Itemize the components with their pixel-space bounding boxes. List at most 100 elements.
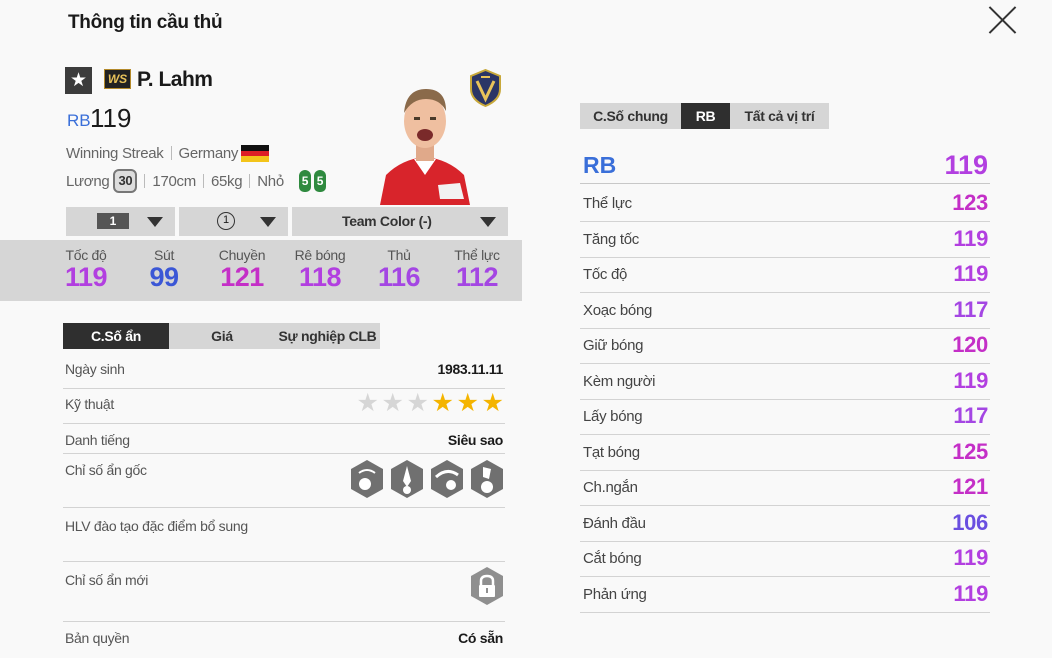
trait-icon-4[interactable] — [469, 459, 505, 499]
attribute-row: Tốc độ 119 — [580, 257, 990, 293]
attribute-row: Tăng tốc 119 — [580, 222, 990, 258]
chevron-down-icon — [260, 217, 276, 227]
tab-price[interactable]: Giá — [169, 323, 275, 349]
attribute-row: Giữ bóng 120 — [580, 328, 990, 364]
attribute-name: Phản ứng — [583, 585, 647, 603]
dialog-title: Thông tin cầu thủ — [68, 12, 223, 33]
tab-hidden-stats[interactable]: C.Số ẩn — [63, 323, 169, 349]
main-stat: Rê bóng 118 — [285, 247, 355, 293]
attribute-row: Ch.ngắn 121 — [580, 470, 990, 506]
position-overall-value: 119 — [944, 150, 988, 180]
traits-row: Chỉ số ẩn gốc — [63, 459, 505, 508]
season-badge: WS — [104, 69, 131, 89]
team-name: Winning Streak — [66, 145, 164, 162]
trait-icon-3[interactable] — [429, 459, 465, 499]
main-stat: Tốc độ 119 — [51, 247, 121, 293]
attribute-value: 117 — [953, 403, 988, 428]
attribute-name: Ch.ngắn — [583, 479, 638, 496]
attribute-value: 119 — [953, 580, 988, 606]
left-foot-icon: 5 — [298, 170, 311, 192]
attribute-name: Tạt bóng — [583, 443, 640, 461]
attribute-value: 119 — [953, 225, 988, 251]
main-stat: Chuyền 121 — [207, 247, 277, 293]
club-badge-icon — [470, 69, 501, 107]
birth-value: 1983.11.11 — [437, 361, 503, 377]
player-height: 170cm — [152, 172, 196, 190]
stat-value: 121 — [220, 262, 264, 292]
upgrade-level-value: 1 — [97, 213, 129, 229]
license-value: Có sẵn — [458, 630, 503, 646]
attribute-value: 125 — [952, 438, 988, 464]
attribute-value: 119 — [953, 545, 988, 570]
team-skill-value: 1 — [217, 212, 235, 230]
stat-label: Chuyền — [218, 247, 266, 263]
tab-club-career[interactable]: Sự nghiệp CLB — [275, 323, 380, 349]
trait-icon-2[interactable] — [389, 459, 425, 499]
birth-row: Ngày sinh 1983.11.11 — [63, 361, 505, 389]
stat-value: 119 — [64, 262, 108, 292]
body-type: Nhỏ — [257, 172, 284, 190]
attribute-row: Cắt bóng 119 — [580, 541, 990, 577]
favorite-star-icon[interactable]: ★ — [65, 67, 92, 94]
star-filled-icon: ★ — [481, 389, 504, 417]
attribute-name: Đánh đầu — [583, 514, 646, 532]
stat-label: Thủ — [387, 247, 411, 263]
star-empty-icon: ★ — [381, 389, 404, 417]
right-foot-icon: 5 — [313, 170, 326, 192]
tab-position-rb[interactable]: RB — [681, 103, 730, 129]
fame-value: Siêu sao — [447, 432, 503, 448]
attribute-row: Thể lực 123 — [580, 186, 990, 222]
player-portrait — [380, 89, 470, 205]
main-stats-band: Tốc độ 119 Sút 99 Chuyền 121 Rê bóng 118 Thủ… — [0, 240, 522, 301]
skill-row: Kỹ thuật ★ ★ ★ ★ ★ ★ — [63, 391, 505, 424]
attribute-name: Cắt bóng — [583, 550, 642, 567]
player-weight: 65kg — [210, 172, 243, 190]
attribute-value: 121 — [952, 474, 988, 499]
team-color-value: Team Color (-) — [342, 213, 432, 229]
attribute-row: Đánh đầu 106 — [580, 506, 990, 542]
license-row: Bản quyền Có sẵn — [63, 630, 505, 656]
player-position: RB — [67, 111, 91, 130]
stat-value: 116 — [377, 262, 421, 292]
team-color-dropdown[interactable]: Team Color (-) — [292, 207, 508, 236]
nation-name: Germany — [178, 145, 239, 162]
attribute-value: 123 — [952, 190, 988, 215]
main-stat: Thủ 116 — [364, 247, 434, 293]
trait-icon-1[interactable] — [349, 459, 385, 499]
attribute-name: Tăng tốc — [583, 230, 639, 248]
player-info-line: Lương 30 170cm 65kg Nhỏ 5 5 — [66, 169, 326, 193]
position-overall-header: RB 119 — [580, 150, 990, 184]
tab-all-positions[interactable]: Tất cả vị trí — [730, 103, 829, 129]
main-stat: Sút 99 — [129, 247, 199, 293]
team-skill-dropdown[interactable]: 1 — [179, 207, 288, 236]
team-nation-line: Winning Streak Germany — [66, 145, 238, 162]
skill-label: Kỹ thuật — [65, 396, 114, 412]
position-label: RB — [583, 152, 617, 178]
traits-label: Chỉ số ẩn gốc — [65, 462, 147, 478]
stat-value: 112 — [455, 262, 499, 292]
upgrade-level-dropdown[interactable]: 1 — [66, 207, 175, 236]
lock-icon — [471, 567, 503, 605]
license-label: Bản quyền — [65, 630, 130, 646]
attribute-value: 117 — [953, 296, 988, 322]
germany-flag-icon — [241, 145, 269, 162]
salary-label: Lương — [66, 172, 110, 190]
star-filled-icon: ★ — [456, 389, 479, 417]
star-filled-icon: ★ — [431, 389, 454, 417]
tab-general-stats[interactable]: C.Số chung — [580, 103, 681, 129]
new-traits-row: Chỉ số ẩn mới — [63, 567, 505, 622]
attribute-name: Tốc độ — [583, 266, 628, 283]
stat-label: Sút — [153, 247, 175, 263]
attribute-value: 119 — [953, 261, 988, 286]
attribute-name: Giữ bóng — [583, 337, 644, 354]
stat-label: Thể lực — [454, 247, 500, 263]
stat-label: Rê bóng — [294, 247, 346, 263]
attribute-row: Xoạc bóng 117 — [580, 293, 990, 329]
info-tabs: C.Số ẩn Giá Sự nghiệp CLB — [63, 323, 380, 349]
attribute-row: Phản ứng 119 — [580, 577, 990, 613]
attribute-row: Tạt bóng 125 — [580, 435, 990, 471]
attribute-value: 119 — [953, 367, 988, 393]
star-empty-icon: ★ — [356, 389, 379, 417]
player-name: P. Lahm — [137, 68, 213, 91]
close-icon[interactable] — [987, 5, 1018, 36]
